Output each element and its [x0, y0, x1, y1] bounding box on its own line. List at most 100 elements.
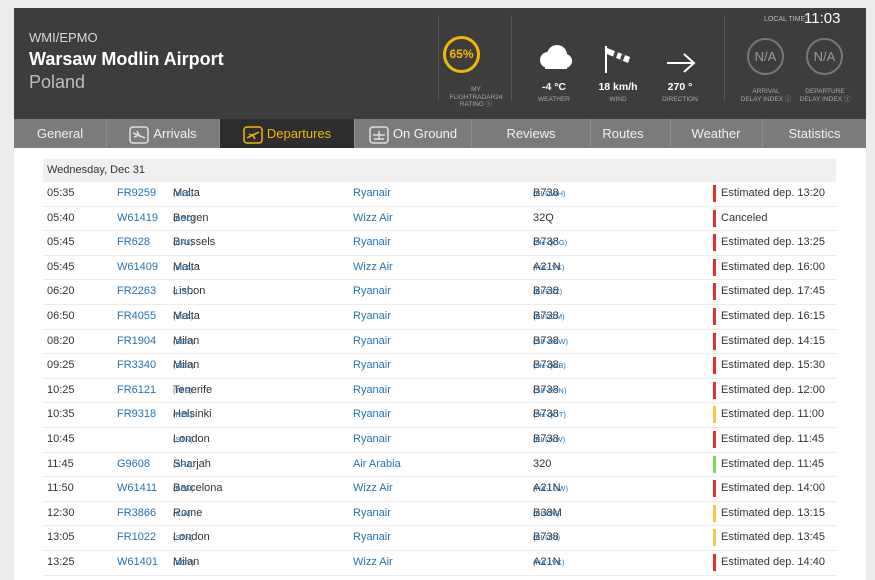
flight-number-link[interactable]: G9608 [117, 453, 150, 476]
flight-number-link[interactable]: W61419 [117, 207, 158, 230]
destination-code-link[interactable]: (CIA) [173, 502, 191, 525]
tab-general[interactable]: General [14, 119, 106, 148]
flight-number-link[interactable]: FR4055 [117, 305, 156, 328]
flight-number-link[interactable]: FR9318 [117, 403, 156, 426]
registration-link[interactable]: (EI-DPI) [533, 526, 560, 549]
destination-code-link[interactable]: (BCN) [173, 477, 194, 500]
destination-code-link[interactable]: (BGY) [173, 551, 194, 574]
registration-link[interactable]: (EI-DCM) [533, 305, 565, 328]
tab-statistics[interactable]: Statistics [763, 119, 866, 148]
destination-code-link[interactable]: (MLA) [173, 182, 193, 205]
tab-arrivals[interactable]: Arrivals [107, 119, 219, 148]
airline-link[interactable]: Ryanair [353, 330, 391, 353]
info-icon[interactable]: ⓘ [486, 101, 493, 108]
flight-number-link[interactable]: W61409 [117, 256, 158, 279]
flight-number-link[interactable]: FR2263 [117, 280, 156, 303]
destination-code-link[interactable]: (MLA) [173, 305, 193, 328]
destination-code-link[interactable]: (STN) [173, 526, 193, 549]
airline-link[interactable]: Ryanair [353, 379, 391, 402]
destination-code-link[interactable]: (MLA) [173, 256, 193, 279]
wind-label: WIND [609, 96, 627, 103]
arrival-delay-index[interactable]: N/A [747, 38, 784, 75]
tab-departures[interactable]: Departures [220, 119, 354, 148]
flight-number-link[interactable]: FR1904 [117, 330, 156, 353]
registration-link[interactable]: (HA-LVK) [533, 256, 565, 279]
registration-link[interactable]: (9H-QAB) [533, 354, 566, 377]
destination-code-link[interactable]: (LIS) [173, 280, 189, 303]
flight-row[interactable]: 08:20 FR1904 Milan (BGY) Ryanair B738 (SP-RK… [43, 330, 836, 355]
airline-link[interactable]: Air Arabia [353, 453, 401, 476]
status-indicator [713, 308, 716, 325]
airline-link[interactable]: Wizz Air [353, 256, 393, 279]
flight-row[interactable]: 10:25 FR6121 Tenerife (TFS) Ryanair B738 (SP… [43, 379, 836, 404]
registration-link[interactable]: (EI-IJM) [533, 502, 560, 525]
flight-number-link[interactable]: FR628 [117, 231, 150, 254]
airline-link[interactable]: Ryanair [353, 526, 391, 549]
flight-row[interactable]: 05:45 FR628 Brussels (CRL) Ryanair B738 (9H-… [43, 231, 836, 256]
flight-row[interactable]: 06:20 FR2263 Lisbon (LIS) Ryanair B738 (EI-E… [43, 280, 836, 305]
registration-link[interactable]: (9H-QCG) [533, 231, 567, 254]
airport-name: Warsaw Modlin Airport [29, 49, 224, 69]
rating-badge[interactable]: 65% [443, 36, 480, 73]
airline-link[interactable]: Wizz Air [353, 551, 393, 574]
airline-link[interactable]: Ryanair [353, 428, 391, 451]
departure-time: 05:40 [47, 211, 75, 224]
flight-number-link[interactable]: FR1022 [117, 526, 156, 549]
flight-row[interactable]: 11:50 W61411 Barcelona (BCN) Wizz Air A21N (… [43, 477, 836, 502]
info-icon[interactable]: ⓘ [844, 96, 851, 103]
registration-link[interactable]: (HA-LGW) [533, 477, 568, 500]
flight-row[interactable]: 09:25 FR3340 Milan (BGY) Ryanair B738 (9H-QA… [43, 354, 836, 379]
flight-number-link[interactable]: FR9259 [117, 182, 156, 205]
flight-row[interactable]: 13:05 FR1022 London (STN) Ryanair B738 (EI-D… [43, 526, 836, 551]
tab-weather[interactable]: Weather [671, 119, 761, 148]
destination-code-link[interactable]: (SHJ) [173, 453, 192, 476]
flight-number-link[interactable]: FR3866 [117, 502, 156, 525]
flight-row[interactable]: 11:45 G9608 Sharjah (SHJ) Air Arabia 320 Est… [43, 453, 836, 478]
airline-link[interactable]: Wizz Air [353, 207, 393, 230]
destination-code-link[interactable]: (BGO) [173, 207, 195, 230]
status-indicator [713, 529, 716, 547]
tab-on-ground[interactable]: On Ground [355, 119, 471, 148]
airline-link[interactable]: Ryanair [353, 280, 391, 303]
airline-link[interactable]: Ryanair [353, 305, 391, 328]
status-text: Estimated dep. 11:45 [721, 457, 825, 470]
flight-row[interactable]: 12:30 FR3866 Rome (CIA) Ryanair B38M (EI-IJM… [43, 502, 836, 527]
destination-code-link[interactable]: (TFS) [173, 379, 192, 402]
departure-delay-index[interactable]: N/A [806, 38, 843, 75]
status-indicator [713, 504, 716, 522]
registration-link[interactable]: (EI-DWH) [533, 182, 566, 205]
flight-row[interactable]: 10:45 London (STN) Ryanair B738 (EI-DYW) Est… [43, 428, 836, 453]
flight-number-link[interactable]: FR3340 [117, 354, 156, 377]
flight-row[interactable]: 05:35 FR9259 Malta (MLA) Ryanair B738 (EI-DW… [43, 182, 836, 207]
flight-row[interactable]: 05:40 W61419 Bergen (BGO) Wizz Air 32Q Cance… [43, 207, 836, 232]
flight-row[interactable]: 13:25 W61401 Milan (BGY) Wizz Air A21N (HA-L… [43, 551, 836, 576]
destination-code-link[interactable]: (STN) [173, 428, 193, 451]
airline-link[interactable]: Ryanair [353, 231, 391, 254]
registration-link[interactable]: (9H-QCT) [533, 403, 566, 426]
tab-routes[interactable]: Routes [591, 119, 655, 148]
destination-code-link[interactable]: (BGY) [173, 330, 194, 353]
registration-link[interactable]: (SP-RSN) [533, 379, 566, 402]
destination-code-link[interactable]: (HEL) [173, 403, 193, 426]
destination-code-link[interactable]: (CRL) [173, 231, 193, 254]
flight-number-link[interactable]: W61401 [117, 551, 158, 574]
status-indicator [713, 406, 716, 424]
registration-link[interactable]: (SP-RKW) [533, 330, 568, 353]
info-icon[interactable]: ⓘ [785, 96, 792, 103]
flight-row[interactable]: 10:35 FR9318 Helsinki (HEL) Ryanair B738 (9H… [43, 403, 836, 428]
departure-time: 13:05 [47, 531, 75, 544]
registration-link[interactable]: (EI-EBZ) [533, 280, 562, 303]
airline-link[interactable]: Ryanair [353, 354, 391, 377]
flight-number-link[interactable]: FR6121 [117, 379, 156, 402]
flight-row[interactable]: 05:45 W61409 Malta (MLA) Wizz Air A21N (HA-L… [43, 256, 836, 281]
flight-number-link[interactable]: W61411 [117, 477, 157, 500]
flight-row[interactable]: 06:50 FR4055 Malta (MLA) Ryanair B738 (EI-DC… [43, 305, 836, 330]
airline-link[interactable]: Ryanair [353, 502, 391, 525]
airline-link[interactable]: Wizz Air [353, 477, 393, 500]
tab-reviews[interactable]: Reviews [472, 119, 590, 148]
registration-link[interactable]: (HA-LVK) [533, 551, 565, 574]
airline-link[interactable]: Ryanair [353, 182, 391, 205]
registration-link[interactable]: (EI-DYW) [533, 428, 565, 451]
airline-link[interactable]: Ryanair [353, 403, 391, 426]
destination-code-link[interactable]: (BGY) [173, 354, 194, 377]
